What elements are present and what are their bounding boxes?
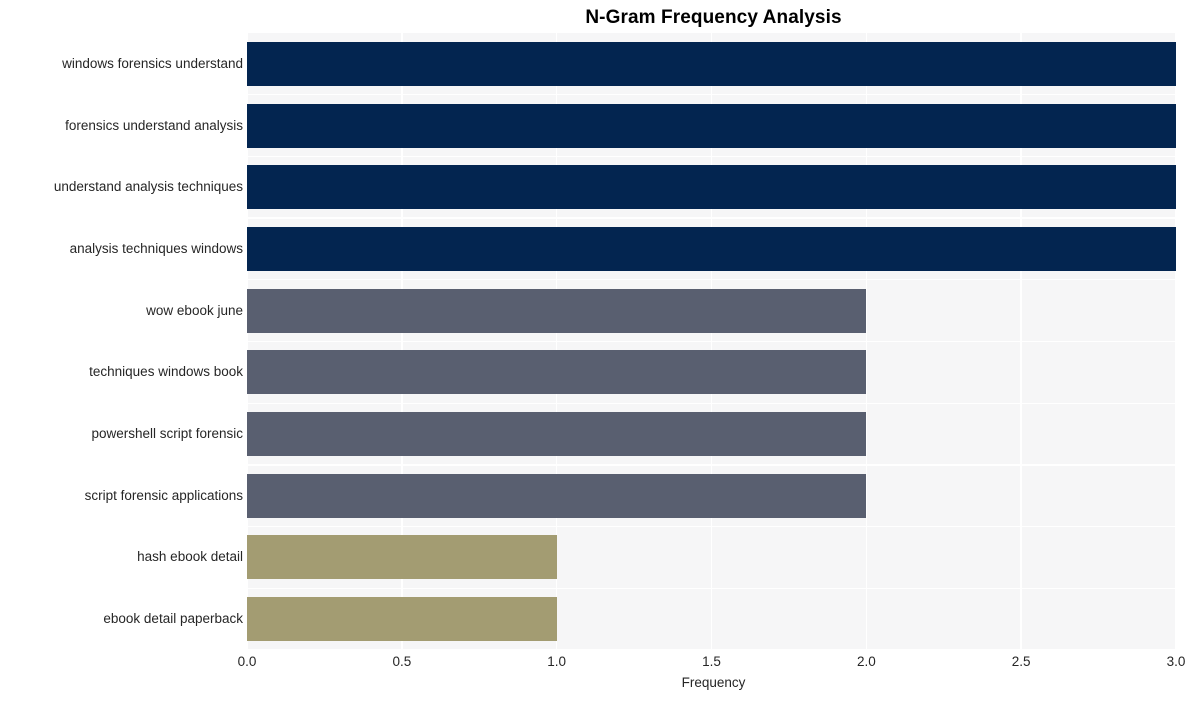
y-axis-tick-label: powershell script forensic xyxy=(91,426,243,442)
y-gridline xyxy=(247,279,1176,281)
bar xyxy=(247,288,867,333)
y-axis-tick-label: script forensic applications xyxy=(84,487,243,503)
bar xyxy=(247,597,557,642)
y-axis-tick-label: understand analysis techniques xyxy=(53,179,243,195)
plot-area xyxy=(247,33,1176,650)
x-axis-tick-label: 1.5 xyxy=(702,654,721,669)
bar xyxy=(247,41,1176,86)
y-axis-tick-labels: windows forensics understand forensics un… xyxy=(0,33,243,650)
y-axis-tick-label: ebook detail paperback xyxy=(103,611,243,627)
chart-figure: N-Gram Frequency Analysis windows forens… xyxy=(0,0,1188,701)
y-gridline xyxy=(247,649,1176,650)
bar xyxy=(247,350,867,395)
bar xyxy=(247,412,867,457)
y-gridline xyxy=(247,464,1176,466)
y-axis-tick-label: analysis techniques windows xyxy=(69,240,243,256)
bar xyxy=(247,103,1176,148)
x-axis-tick-label: 1.0 xyxy=(547,654,567,669)
x-axis-tick-label: 2.0 xyxy=(856,654,876,669)
y-axis-tick-label: wow ebook june xyxy=(146,302,243,318)
y-axis-tick-label: techniques windows book xyxy=(89,364,243,380)
y-gridline xyxy=(247,587,1176,589)
bar xyxy=(247,165,1176,210)
bar xyxy=(247,226,1176,271)
x-axis-tick-label: 0.5 xyxy=(392,654,412,669)
x-axis-tick-label: 3.0 xyxy=(1166,654,1186,669)
y-gridline xyxy=(247,402,1176,404)
y-gridline xyxy=(247,94,1176,96)
y-gridline xyxy=(247,217,1176,219)
y-axis-tick-label: windows forensics understand xyxy=(62,55,243,71)
x-axis-tick-label: 2.5 xyxy=(1011,654,1031,669)
y-gridline xyxy=(247,525,1176,528)
y-gridline xyxy=(247,340,1176,343)
y-axis-tick-label: forensics understand analysis xyxy=(65,117,243,133)
x-axis-title: Frequency xyxy=(681,675,746,690)
y-gridline xyxy=(247,155,1176,158)
y-axis-tick-label: hash ebook detail xyxy=(137,549,243,565)
bar xyxy=(247,473,867,518)
x-axis-tick-label: 0.0 xyxy=(237,654,257,669)
bar xyxy=(247,535,557,580)
chart-title: N-Gram Frequency Analysis xyxy=(585,7,842,28)
x-axis-tick-labels: 0.0 0.5 1.0 1.5 2.0 2.5 3.0 xyxy=(0,654,1188,674)
